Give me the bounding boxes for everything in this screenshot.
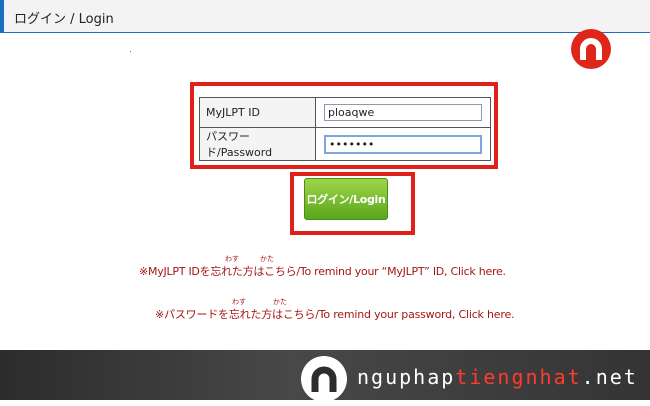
password-cell: [315, 127, 491, 161]
site-watermark: nguphaptiengnhat.net: [357, 365, 638, 389]
id-cell: [315, 97, 491, 128]
id-row: MyJLPT ID: [199, 97, 491, 128]
page-title: ログイン / Login: [14, 12, 114, 27]
password-input[interactable]: [324, 134, 482, 154]
nguphap-logo-icon: [301, 356, 347, 402]
site-name-part2: tiengnhat: [455, 365, 582, 389]
id-label: MyJLPT ID: [199, 97, 316, 128]
password-label: パスワード/Password: [199, 127, 316, 161]
login-button[interactable]: ログイン/Login: [304, 178, 388, 220]
jlpt-id-input[interactable]: [324, 104, 482, 121]
site-name-part3: .net: [581, 365, 638, 389]
login-form: MyJLPT ID パスワード/Password: [199, 97, 491, 161]
stray-dot: [130, 51, 131, 52]
password-row: パスワード/Password: [199, 127, 491, 161]
site-name-part1: nguphap: [357, 365, 456, 389]
nguphap-logo-icon: [571, 29, 611, 69]
remind-password-link[interactable]: ※パスワードを忘れた方はこちら/To remind your password,…: [155, 306, 515, 322]
remind-id-link[interactable]: ※MyJLPT IDを忘れた方はこちら/To remind your “MyJL…: [139, 263, 506, 279]
login-button-label: ログイン/Login: [306, 193, 386, 206]
header-accent-bar: [0, 0, 4, 33]
page-header: ログイン / Login: [0, 0, 650, 33]
